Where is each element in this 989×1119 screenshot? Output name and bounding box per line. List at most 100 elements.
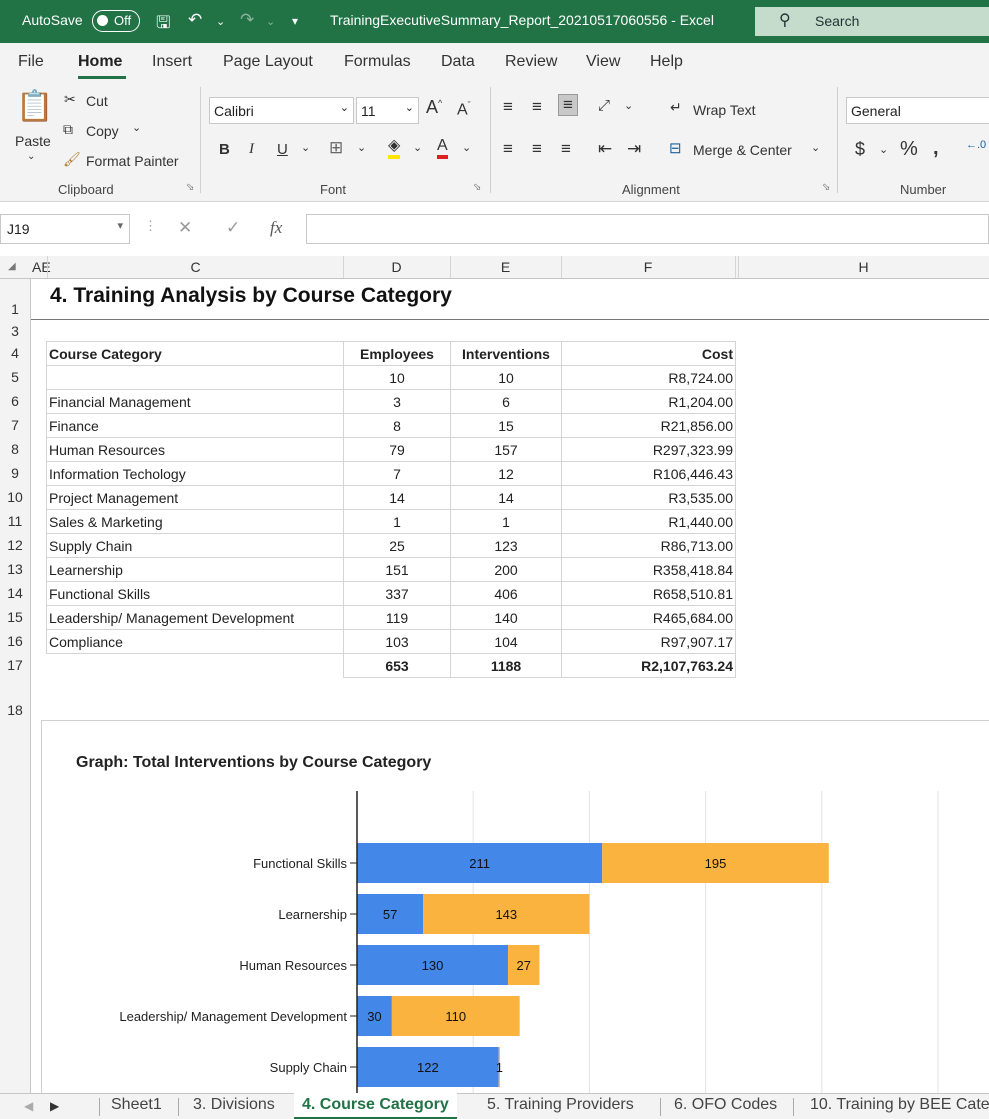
paste-button[interactable]: Paste bbox=[15, 133, 51, 149]
formula-input[interactable] bbox=[306, 214, 989, 244]
row-header[interactable]: 10 bbox=[0, 489, 30, 505]
table-cell[interactable]: R3,535.00 bbox=[561, 485, 736, 510]
table-cell[interactable]: R1,204.00 bbox=[561, 389, 736, 414]
header-employees[interactable]: Employees bbox=[343, 341, 451, 366]
column-header-ae[interactable]: AE bbox=[32, 259, 51, 275]
sheet-tab-training-by-bee[interactable]: 10. Training by BEE Cate bbox=[810, 1096, 989, 1114]
tab-home[interactable]: Home bbox=[78, 53, 122, 71]
align-bottom-icon[interactable]: ≡ bbox=[558, 94, 578, 116]
decrease-indent-icon[interactable]: ⇤ bbox=[598, 139, 612, 159]
tab-review[interactable]: Review bbox=[505, 53, 557, 71]
italic-icon[interactable]: I bbox=[249, 141, 254, 158]
wrap-text-icon[interactable]: ↵ bbox=[670, 99, 682, 116]
clipboard-launcher-icon[interactable]: ⬂ bbox=[186, 182, 194, 193]
table-cell[interactable]: R358,418.84 bbox=[561, 557, 736, 582]
table-cell[interactable]: 103 bbox=[343, 629, 451, 654]
row-header[interactable]: 12 bbox=[0, 537, 30, 553]
copy-icon[interactable]: ⧉ bbox=[63, 121, 73, 138]
table-cell[interactable]: R1,440.00 bbox=[561, 509, 736, 534]
font-color-dropdown-icon[interactable]: ⌄ bbox=[462, 141, 471, 154]
row-header[interactable]: 15 bbox=[0, 609, 30, 625]
table-cell[interactable]: Finance bbox=[46, 413, 344, 438]
align-middle-icon[interactable]: ≡ bbox=[532, 97, 542, 117]
merge-center-icon[interactable]: ⊟ bbox=[669, 139, 682, 157]
row-header[interactable]: 16 bbox=[0, 633, 30, 649]
table-cell[interactable]: R658,510.81 bbox=[561, 581, 736, 606]
total-employees[interactable]: 653 bbox=[343, 653, 451, 678]
tab-page-layout[interactable]: Page Layout bbox=[223, 53, 313, 71]
merge-dropdown-icon[interactable]: ⌄ bbox=[811, 141, 820, 154]
font-name-dropdown[interactable]: Calibri ⌄ bbox=[209, 97, 354, 124]
table-cell[interactable]: Project Management bbox=[46, 485, 344, 510]
merge-center-button[interactable]: Merge & Center bbox=[693, 142, 792, 158]
increase-decimal-icon[interactable]: ←.0 bbox=[966, 139, 986, 151]
decrease-font-icon[interactable]: Aˇ bbox=[457, 100, 471, 119]
table-cell[interactable]: 157 bbox=[450, 437, 562, 462]
table-cell[interactable]: R21,856.00 bbox=[561, 413, 736, 438]
row-header[interactable]: 3 bbox=[0, 323, 30, 339]
table-cell[interactable]: 10 bbox=[450, 365, 562, 390]
table-cell[interactable]: 6 bbox=[450, 389, 562, 414]
table-cell[interactable]: 140 bbox=[450, 605, 562, 630]
scroll-tabs-left-icon[interactable]: ◀ bbox=[24, 1099, 33, 1113]
borders-dropdown-icon[interactable]: ⌄ bbox=[357, 141, 366, 154]
table-cell[interactable]: Functional Skills bbox=[46, 581, 344, 606]
cut-icon[interactable]: ✂ bbox=[64, 91, 76, 108]
align-top-icon[interactable]: ≡ bbox=[503, 97, 513, 117]
percent-icon[interactable]: % bbox=[900, 138, 918, 161]
row-header[interactable]: 1 bbox=[0, 301, 30, 317]
table-cell[interactable]: Information Techology bbox=[46, 461, 344, 486]
alignment-launcher-icon[interactable]: ⬂ bbox=[822, 182, 830, 193]
table-cell[interactable]: Sales & Marketing bbox=[46, 509, 344, 534]
tab-formulas[interactable]: Formulas bbox=[344, 53, 411, 71]
cancel-icon[interactable]: ✕ bbox=[178, 218, 192, 238]
increase-indent-icon[interactable]: ⇥ bbox=[627, 139, 641, 159]
table-cell[interactable]: R297,323.99 bbox=[561, 437, 736, 462]
undo-icon[interactable]: ↶ bbox=[188, 10, 202, 30]
table-cell[interactable]: 337 bbox=[343, 581, 451, 606]
paste-dropdown-icon[interactable]: ⌄ bbox=[27, 151, 35, 162]
row-header[interactable]: 14 bbox=[0, 585, 30, 601]
underline-dropdown-icon[interactable]: ⌄ bbox=[301, 141, 310, 154]
wrap-text-button[interactable]: Wrap Text bbox=[693, 102, 756, 118]
table-cell[interactable]: 200 bbox=[450, 557, 562, 582]
copy-button[interactable]: Copy bbox=[86, 123, 119, 139]
fill-color-dropdown-icon[interactable]: ⌄ bbox=[413, 141, 422, 154]
table-cell[interactable]: 14 bbox=[450, 485, 562, 510]
table-cell[interactable]: 406 bbox=[450, 581, 562, 606]
comma-style-icon[interactable]: , bbox=[933, 137, 939, 160]
table-cell[interactable]: 151 bbox=[343, 557, 451, 582]
save-icon[interactable]: 🖫 bbox=[156, 10, 170, 39]
table-cell[interactable]: 1 bbox=[450, 509, 562, 534]
search-box[interactable]: ⚲ Search bbox=[755, 7, 989, 36]
table-cell[interactable]: Compliance bbox=[46, 629, 344, 654]
copy-dropdown-icon[interactable]: ⌄ bbox=[132, 121, 141, 134]
font-size-dropdown[interactable]: 11 ⌄ bbox=[356, 97, 419, 124]
sheet-tab-course-category[interactable]: 4. Course Category bbox=[294, 1093, 457, 1119]
sheet-tab-training-providers[interactable]: 5. Training Providers bbox=[487, 1096, 634, 1114]
row-header[interactable]: 8 bbox=[0, 441, 30, 457]
align-left-icon[interactable]: ≡ bbox=[503, 139, 513, 159]
increase-font-icon[interactable]: A^ bbox=[426, 97, 442, 118]
table-cell[interactable]: 10 bbox=[343, 365, 451, 390]
table-cell[interactable]: 1 bbox=[343, 509, 451, 534]
redo-icon[interactable]: ↷ bbox=[240, 10, 254, 30]
scroll-tabs-right-icon[interactable]: ▶ bbox=[50, 1099, 59, 1113]
header-interventions[interactable]: Interventions bbox=[450, 341, 562, 366]
table-cell[interactable]: Leadership/ Management Development bbox=[46, 605, 344, 630]
column-header-f[interactable]: F bbox=[561, 259, 735, 275]
table-cell[interactable]: 123 bbox=[450, 533, 562, 558]
table-cell[interactable]: R465,684.00 bbox=[561, 605, 736, 630]
cut-button[interactable]: Cut bbox=[86, 93, 108, 109]
align-right-icon[interactable]: ≡ bbox=[561, 139, 571, 159]
align-center-icon[interactable]: ≡ bbox=[532, 139, 542, 159]
table-cell[interactable]: 119 bbox=[343, 605, 451, 630]
table-cell[interactable]: Learnership bbox=[46, 557, 344, 582]
orientation-icon[interactable]: ⤢ bbox=[598, 97, 610, 114]
tab-file[interactable]: File bbox=[18, 53, 44, 71]
underline-icon[interactable]: U bbox=[277, 141, 288, 158]
row-header[interactable]: 11 bbox=[0, 513, 30, 529]
table-cell[interactable]: 12 bbox=[450, 461, 562, 486]
table-cell[interactable]: R97,907.17 bbox=[561, 629, 736, 654]
number-format-dropdown[interactable]: General bbox=[846, 97, 989, 124]
